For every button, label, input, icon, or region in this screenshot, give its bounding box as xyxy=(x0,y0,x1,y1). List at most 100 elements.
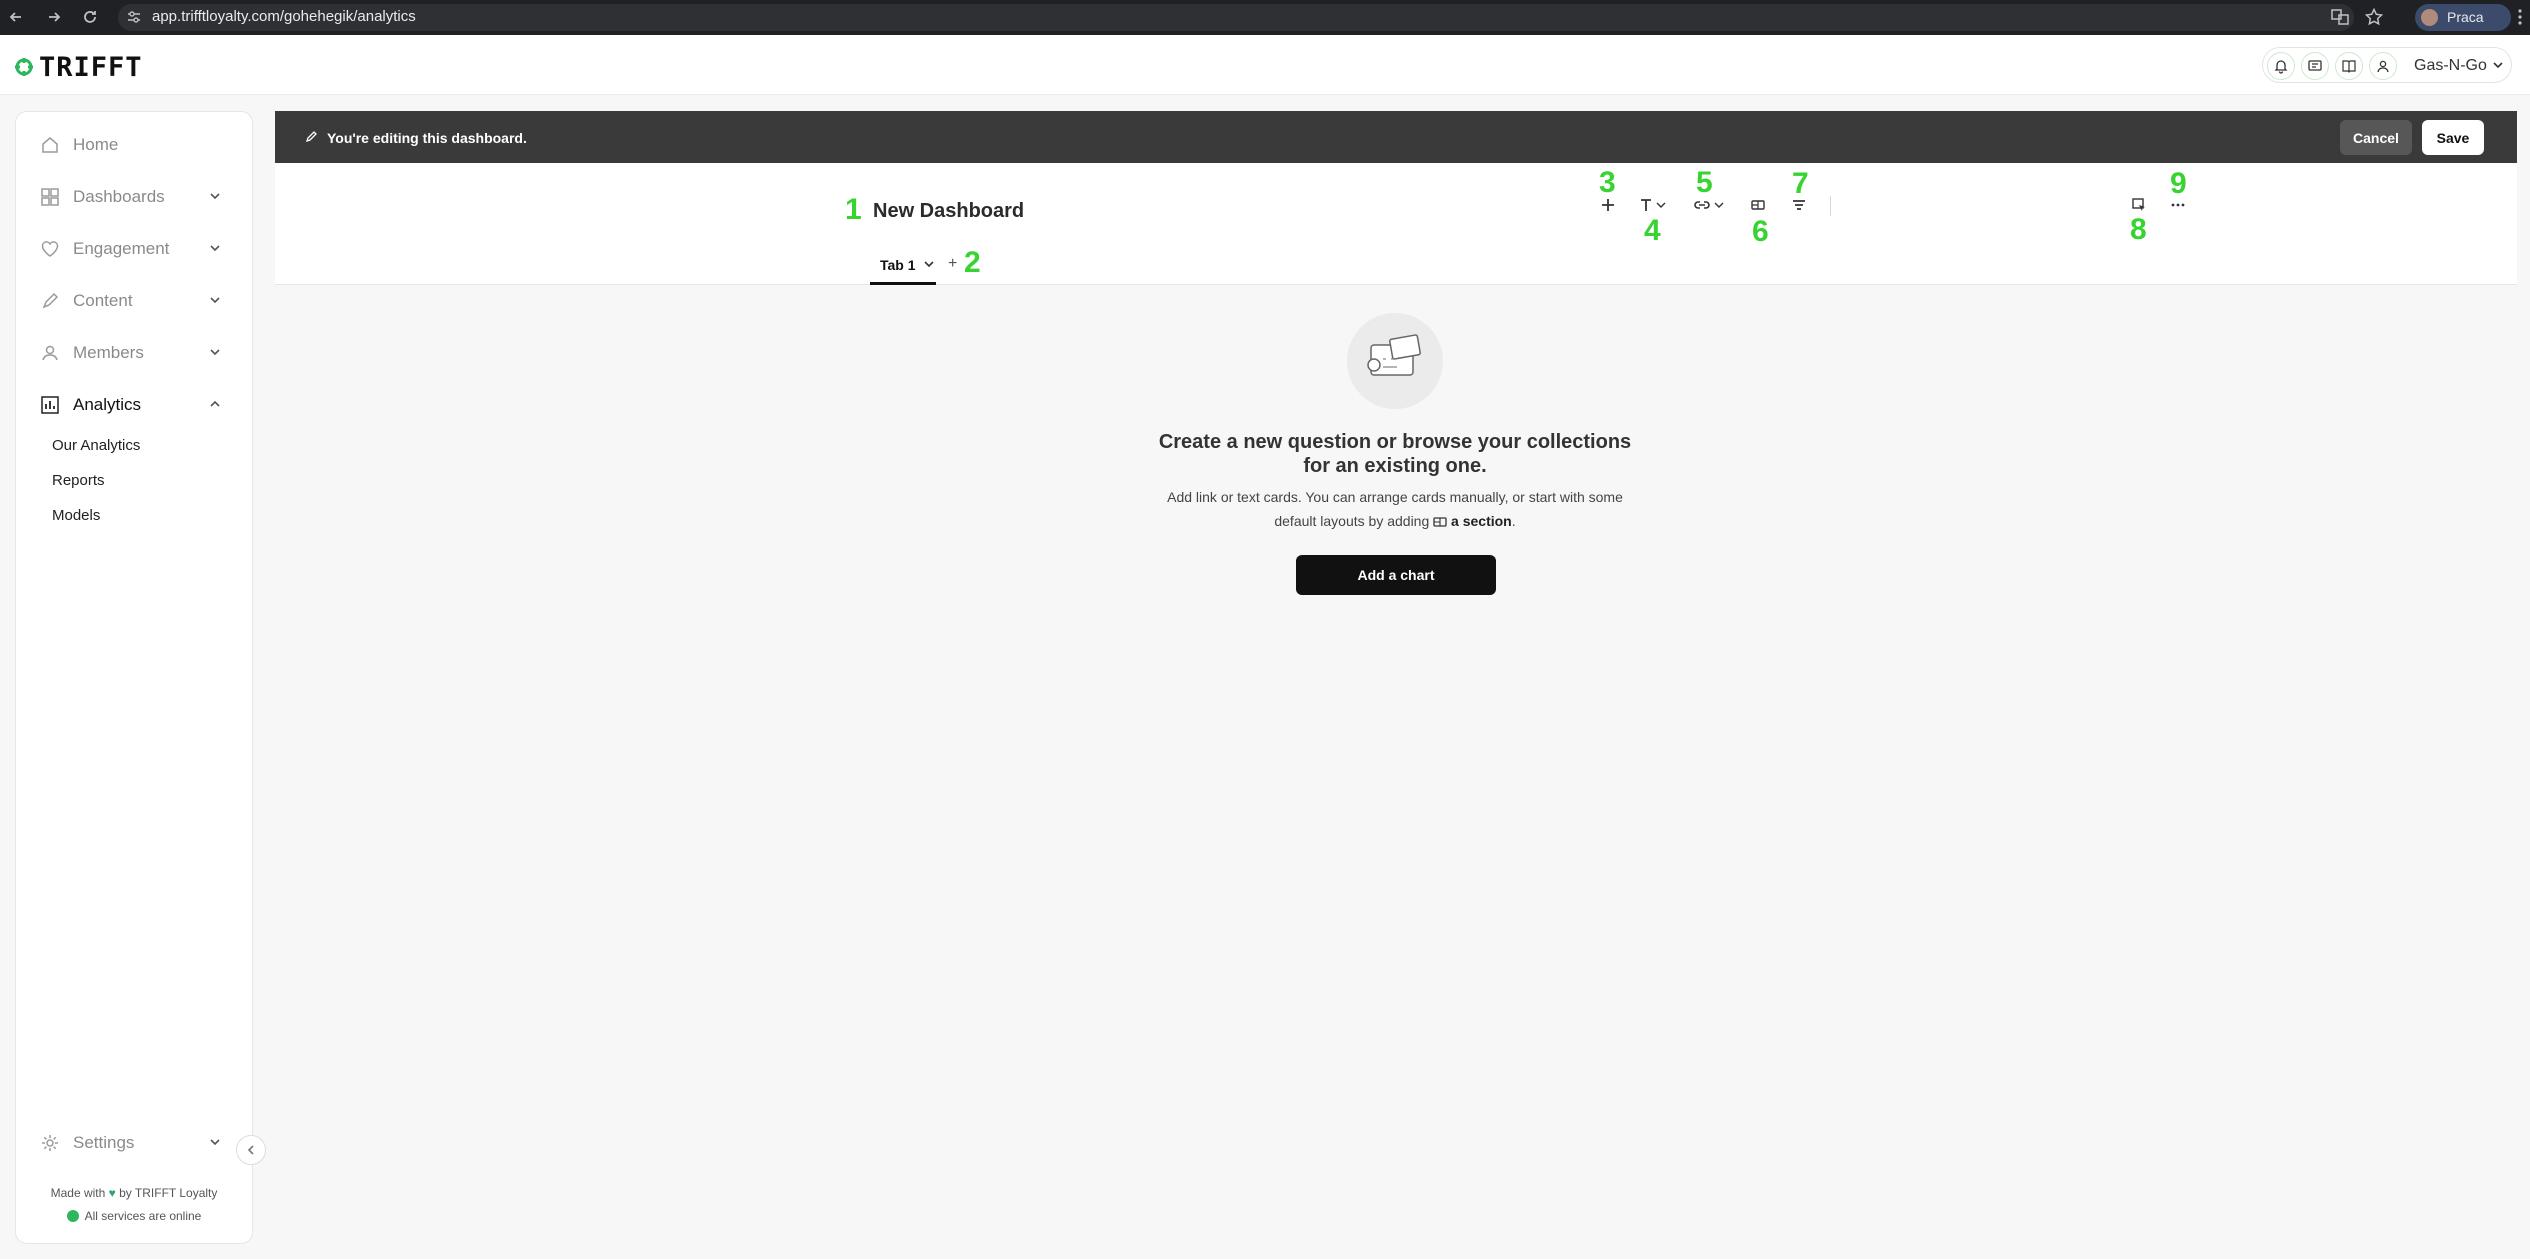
sidebar-item-content[interactable]: Content xyxy=(16,281,252,321)
sidebar: Home Dashboards Engagement Content Membe… xyxy=(15,111,253,1244)
sidebar-item-analytics[interactable]: Analytics xyxy=(16,385,252,425)
sidebar-item-label: Content xyxy=(73,291,133,310)
empty-state-heading: Create a new question or browse your col… xyxy=(1158,431,1632,477)
translate-icon[interactable] xyxy=(2330,7,2350,27)
sidebar-item-home[interactable]: Home xyxy=(16,125,252,165)
chevron-down-icon[interactable] xyxy=(208,241,222,255)
editing-banner: You're editing this dashboard. Cancel Sa… xyxy=(275,111,2517,163)
chevron-left-icon xyxy=(247,1145,254,1155)
plus-icon xyxy=(1602,199,1614,211)
site-settings-icon[interactable] xyxy=(125,8,145,28)
check-circle-icon xyxy=(66,1210,79,1222)
more-options-button[interactable] xyxy=(2170,195,2186,215)
toolbar-divider xyxy=(1830,196,1831,216)
heart-icon: ♥ xyxy=(108,1186,116,1200)
sidebar-subitem-our-analytics[interactable]: Our Analytics xyxy=(52,437,140,454)
logo-text: TRIFFT xyxy=(39,51,143,83)
text-icon xyxy=(1641,199,1666,211)
add-section-link[interactable]: a section xyxy=(1451,513,1512,529)
cancel-button[interactable]: Cancel xyxy=(2340,120,2412,155)
cards-illustration-icon xyxy=(1367,334,1421,376)
add-chart-button[interactable]: Add a chart xyxy=(1296,555,1496,595)
chevron-down-icon[interactable] xyxy=(208,189,222,203)
empty-state-illustration xyxy=(1347,313,1443,409)
reload-icon[interactable] xyxy=(80,7,100,27)
chevron-down-icon[interactable] xyxy=(923,258,935,270)
sidebar-subitem-models[interactable]: Models xyxy=(52,507,100,524)
chevron-down-icon[interactable] xyxy=(208,293,222,307)
sidebar-item-label: Home xyxy=(73,135,119,154)
sidebar-item-engagement[interactable]: Engagement xyxy=(16,229,252,269)
annotation-marker: 3 xyxy=(1599,166,1616,199)
chevron-down-icon[interactable] xyxy=(2491,58,2505,72)
active-tab-indicator xyxy=(870,282,936,285)
made-with-footer: Made with ♥ by TRIFFT Loyalty xyxy=(16,1186,252,1200)
annotation-marker: 8 xyxy=(2130,213,2147,246)
add-action-button[interactable] xyxy=(2131,195,2147,215)
logo[interactable]: TRIFFT xyxy=(14,51,143,83)
heart-icon xyxy=(40,239,60,259)
docs-book-icon[interactable] xyxy=(2335,52,2363,80)
sidebar-item-settings[interactable]: Settings xyxy=(16,1123,252,1163)
add-section-button[interactable] xyxy=(1750,195,1766,215)
annotation-marker: 4 xyxy=(1644,214,1661,247)
account-user-icon[interactable] xyxy=(2369,52,2397,80)
sidebar-item-members[interactable]: Members xyxy=(16,333,252,373)
chevron-up-icon[interactable] xyxy=(208,397,222,411)
sidebar-subitem-reports[interactable]: Reports xyxy=(52,472,105,489)
bookmark-star-icon[interactable] xyxy=(2364,7,2384,27)
url-text: app.trifftloyalty.com/gohehegik/analytic… xyxy=(152,8,416,25)
link-icon xyxy=(1694,201,1724,209)
forward-icon[interactable] xyxy=(44,7,64,27)
annotation-marker: 1 xyxy=(845,193,862,226)
add-filter-button[interactable] xyxy=(1791,195,1807,215)
profile-button[interactable]: Praca xyxy=(2415,4,2511,31)
browser-toolbar: app.trifftloyalty.com/gohehegik/analytic… xyxy=(0,0,2530,35)
browser-menu-icon[interactable] xyxy=(2514,7,2526,27)
add-text-button[interactable] xyxy=(1639,195,1671,215)
annotation-marker: 2 xyxy=(964,246,981,279)
home-icon xyxy=(40,135,60,155)
click-action-icon xyxy=(2132,198,2145,211)
gear-icon xyxy=(40,1133,60,1153)
app-header: TRIFFT Gas-N-Go xyxy=(0,35,2530,95)
service-status: All services are online xyxy=(16,1209,252,1223)
sidebar-item-label: Members xyxy=(73,343,144,362)
grid-icon xyxy=(40,187,60,207)
section-layout-icon xyxy=(1433,516,1447,528)
service-status-text: All services are online xyxy=(84,1209,202,1223)
annotation-marker: 6 xyxy=(1752,215,1769,248)
sidebar-item-dashboards[interactable]: Dashboards xyxy=(16,177,252,217)
sidebar-item-label: Dashboards xyxy=(73,187,165,206)
avatar xyxy=(2421,9,2438,26)
logo-mark-icon xyxy=(14,57,34,77)
annotation-marker: 5 xyxy=(1696,166,1713,199)
profile-name: Praca xyxy=(2447,9,2484,25)
chevron-down-icon[interactable] xyxy=(208,1135,222,1149)
chevron-down-icon[interactable] xyxy=(208,345,222,359)
empty-state-description: Add link or text cards. You can arrange … xyxy=(1167,489,1623,529)
notifications-bell-icon[interactable] xyxy=(2267,52,2295,80)
messages-icon[interactable] xyxy=(2301,52,2329,80)
sidebar-item-label: Analytics xyxy=(73,395,142,414)
back-icon[interactable] xyxy=(6,7,26,27)
empty-state-text: Add link or text cards. You can arrange … xyxy=(1145,485,1645,533)
empty-state-period: . xyxy=(1511,513,1516,529)
add-link-button[interactable] xyxy=(1693,195,1727,215)
section-layout-icon xyxy=(1751,200,1765,210)
org-switcher[interactable]: Gas-N-Go xyxy=(2414,57,2487,75)
editing-message: You're editing this dashboard. xyxy=(327,130,527,146)
add-tab-button[interactable]: + xyxy=(948,255,957,273)
add-question-button[interactable] xyxy=(1600,195,1616,215)
bar-chart-icon xyxy=(40,395,60,415)
made-by-text: by TRIFFT Loyalty xyxy=(119,1186,218,1200)
filter-icon xyxy=(1793,200,1805,210)
user-icon xyxy=(40,343,60,363)
address-bar[interactable] xyxy=(118,4,2354,31)
sidebar-item-label: Settings xyxy=(73,1133,135,1152)
collapse-sidebar-button[interactable] xyxy=(236,1135,266,1165)
sidebar-item-label: Engagement xyxy=(73,239,170,258)
header-actions: Gas-N-Go xyxy=(2262,47,2512,83)
save-button[interactable]: Save xyxy=(2422,120,2484,155)
dashboard-title[interactable]: New Dashboard xyxy=(873,200,1024,223)
